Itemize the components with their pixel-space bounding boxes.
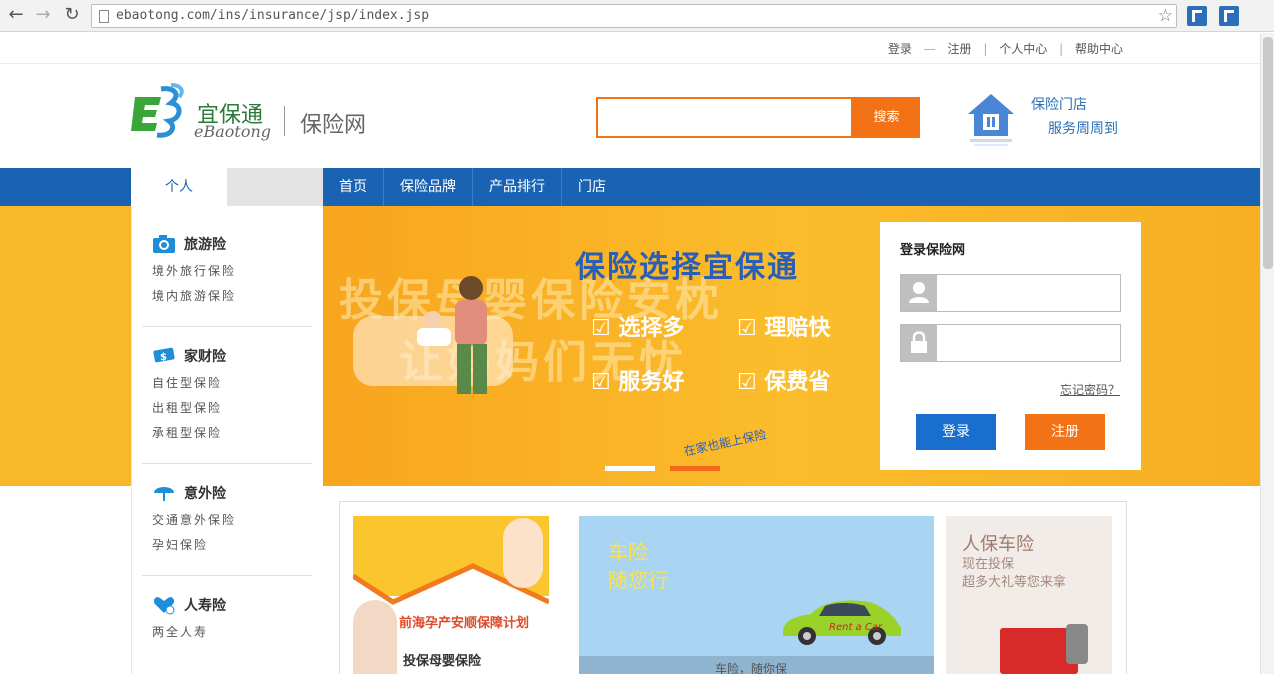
brand-en: eBaotong	[194, 122, 272, 141]
separator: |	[1059, 42, 1064, 56]
category-accident[interactable]: 意外险 交通意外保险 孕妇保险	[152, 483, 236, 553]
category-item[interactable]: 境外旅行保险	[152, 262, 236, 279]
top-login-link[interactable]: 登录	[888, 42, 912, 56]
scrollbar-thumb[interactable]	[1263, 37, 1273, 269]
umbrella-icon	[154, 487, 174, 501]
username-field[interactable]	[900, 274, 1121, 312]
heart-icon	[153, 597, 175, 615]
promo-title: 人保车险	[962, 534, 1034, 555]
promo-picc-car[interactable]: 人保车险 现在投保 超多大礼等您来拿	[946, 516, 1112, 674]
category-property[interactable]: $ 家财险 自住型保险 出租型保险 承租型保险	[152, 346, 226, 441]
forward-icon[interactable]: →	[33, 5, 53, 25]
bookmark-star-icon[interactable]: ☆	[1158, 6, 1173, 26]
promo-maternity[interactable]: 前海孕产安顺保障计划 投保母婴保险	[353, 516, 549, 674]
store-house-icon[interactable]	[966, 92, 1016, 148]
address-bar[interactable]: ebaotong.com/ins/insurance/jsp/index.jsp…	[91, 4, 1177, 28]
ebaotong-logo-icon[interactable]	[131, 83, 187, 139]
separator: —	[923, 42, 936, 56]
extension-icon[interactable]	[1187, 6, 1207, 26]
banner-feature: ☑ 服务好	[591, 370, 685, 395]
category-travel[interactable]: 旅游险 境外旅行保险 境内旅游保险	[152, 234, 236, 304]
category-title[interactable]: 意外险	[184, 483, 226, 503]
category-item[interactable]: 两全人寿	[152, 623, 226, 640]
category-title[interactable]: 旅游险	[184, 234, 226, 254]
promo-subtitle: 现在投保 超多大礼等您来拿	[962, 557, 1067, 590]
car-label: Rent a Car	[829, 622, 883, 633]
banner-slogan: 在家也能上保险	[682, 427, 768, 459]
category-item[interactable]: 承租型保险	[152, 424, 226, 441]
search-button[interactable]: 搜索	[853, 97, 920, 138]
category-life[interactable]: 人寿险 两全人寿	[152, 595, 226, 640]
banner-title: 保险选择宜保通	[575, 250, 799, 285]
category-item[interactable]: 交通意外保险	[152, 511, 236, 528]
top-links: 登录 — 注册 | 个人中心 | 帮助中心	[880, 40, 1123, 57]
page-icon	[99, 10, 109, 23]
baby-image	[503, 518, 543, 588]
category-title[interactable]: 家财险	[184, 346, 226, 366]
brand-site: 保险网	[300, 113, 367, 138]
promo-car-insurance[interactable]: 车险 随您行 Rent a Car 车险，随你保	[579, 516, 934, 674]
banner-feature: ☑ 理赔快	[737, 316, 831, 341]
forgot-password-link[interactable]: 忘记密码？	[1060, 381, 1120, 398]
user-icon	[901, 275, 937, 311]
promo-caption: 车险，随你保	[715, 662, 788, 674]
wrench-image	[1066, 624, 1088, 664]
category-sidebar: 旅游险 境外旅行保险 境内旅游保险 $ 家财险 自住型保险 出租型保险 承租型保…	[131, 206, 323, 674]
password-input[interactable]	[938, 325, 1120, 361]
login-title: 登录保险网	[900, 243, 966, 258]
divider	[142, 463, 312, 464]
category-item[interactable]: 孕妇保险	[152, 536, 236, 553]
divider	[142, 575, 312, 576]
svg-text:$: $	[160, 352, 167, 363]
mother-image	[353, 600, 397, 674]
money-icon: $	[153, 347, 175, 363]
login-button[interactable]: 登录	[916, 414, 996, 450]
category-item[interactable]: 出租型保险	[152, 399, 226, 416]
menu-home[interactable]: 首页	[323, 168, 384, 206]
tab-personal[interactable]: 个人	[131, 168, 227, 206]
divider	[0, 63, 1260, 64]
top-user-center-link[interactable]: 个人中心	[999, 42, 1047, 56]
camera-icon	[153, 235, 175, 253]
banner-feature: ☑ 保费省	[737, 370, 831, 395]
menu-stores[interactable]: 门店	[562, 168, 622, 206]
car-image: Rent a Car	[783, 600, 901, 645]
divider	[142, 326, 312, 327]
search-input[interactable]	[596, 97, 853, 138]
mother-baby-image	[417, 276, 487, 394]
password-field[interactable]	[900, 324, 1121, 362]
url-text: ebaotong.com/ins/insurance/jsp/index.jsp	[116, 8, 430, 23]
register-button[interactable]: 注册	[1025, 414, 1105, 450]
browser-toolbar: ← → ↻ ebaotong.com/ins/insurance/jsp/ind…	[0, 0, 1274, 32]
store-title[interactable]: 保险门店	[1031, 94, 1087, 114]
reload-icon[interactable]: ↻	[62, 5, 82, 25]
promo-title: 前海孕产安顺保障计划	[399, 616, 530, 631]
promo-title: 车险 随您行	[608, 540, 668, 592]
category-item[interactable]: 自住型保险	[152, 374, 226, 391]
username-input[interactable]	[938, 275, 1120, 311]
category-title[interactable]: 人寿险	[184, 595, 226, 615]
top-register-link[interactable]: 注册	[948, 42, 972, 56]
main-menu: 首页 保险品牌 产品排行 门店	[323, 168, 622, 206]
banner-feature: ☑ 选择多	[591, 316, 685, 341]
category-item[interactable]: 境内旅游保险	[152, 287, 236, 304]
menu-brands[interactable]: 保险品牌	[384, 168, 473, 206]
separator: |	[983, 42, 988, 56]
page-scrollbar[interactable]	[1260, 33, 1274, 674]
lock-icon	[901, 325, 937, 361]
back-icon[interactable]: ←	[6, 5, 26, 25]
divider	[284, 106, 285, 136]
menu-ranking[interactable]: 产品排行	[473, 168, 562, 206]
login-panel: 登录保险网 忘记密码？ 登录 注册	[880, 222, 1141, 470]
extension-icon[interactable]	[1219, 6, 1239, 26]
slide-dot-1[interactable]	[605, 466, 655, 471]
tab-inactive[interactable]	[227, 168, 323, 206]
slide-dot-2-active[interactable]	[670, 466, 720, 471]
store-subtitle[interactable]: 服务周周到	[1048, 118, 1118, 138]
promo-subtitle: 投保母婴保险	[403, 654, 482, 669]
top-help-link[interactable]: 帮助中心	[1075, 42, 1123, 56]
